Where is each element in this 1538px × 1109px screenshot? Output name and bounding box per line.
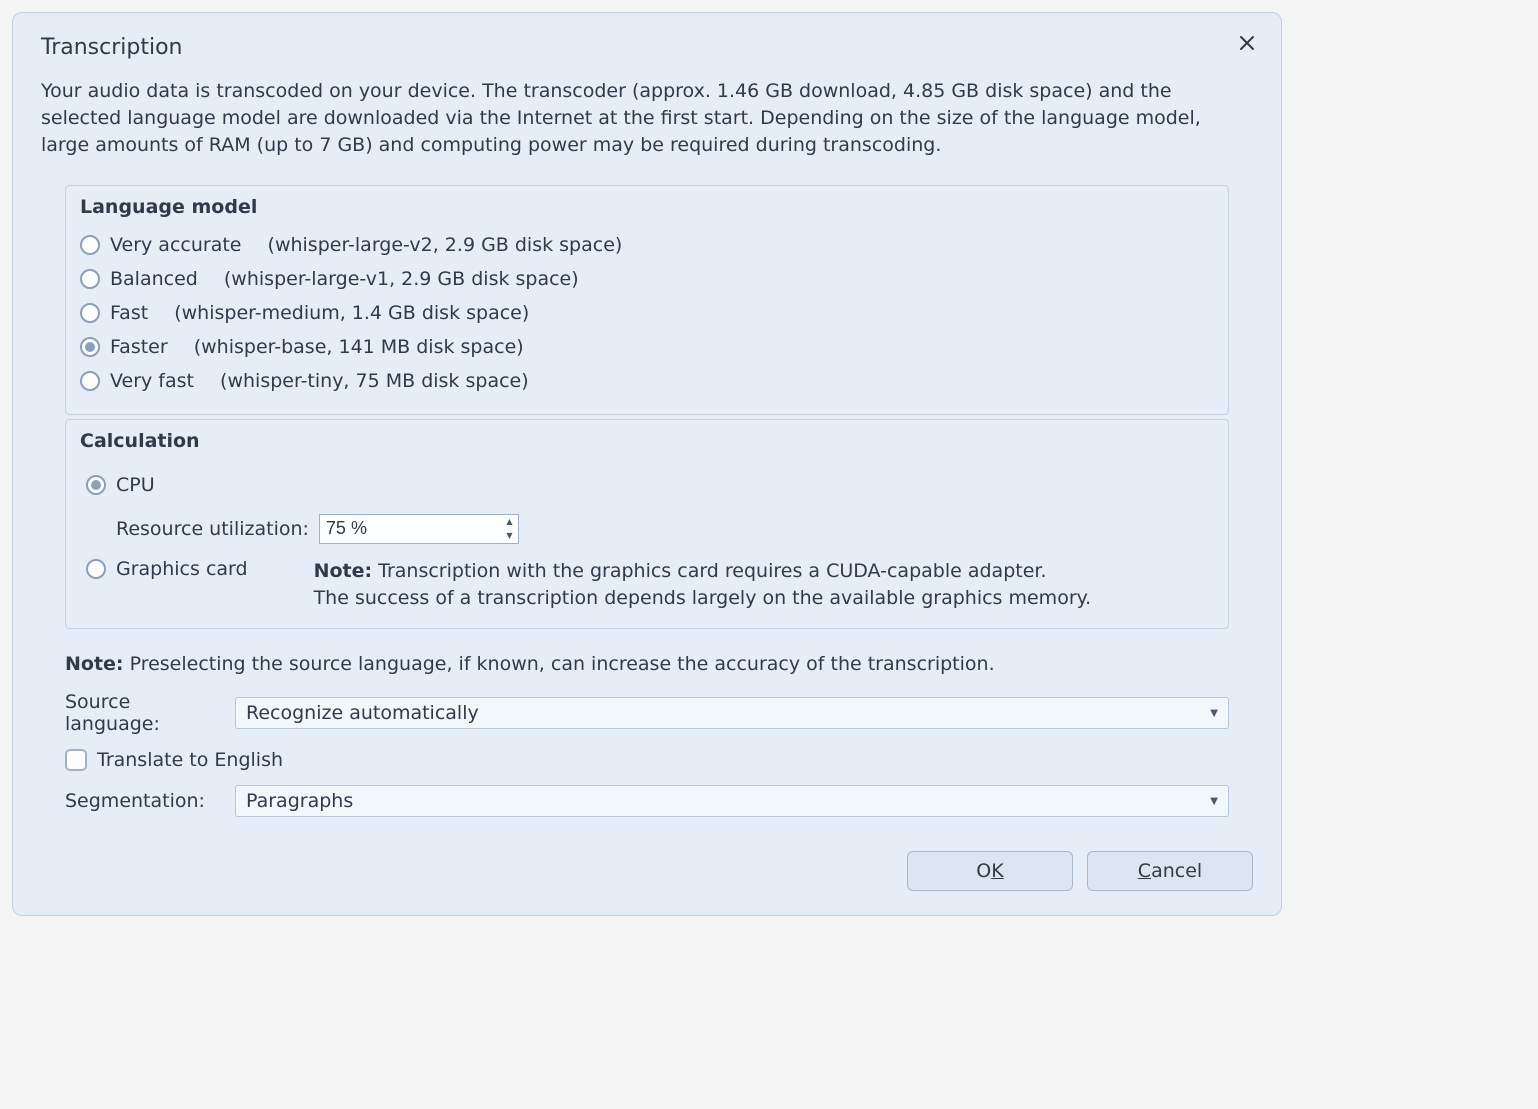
note-label: Note: xyxy=(314,560,373,582)
dialog-content: Language model Very accurate (whisper-la… xyxy=(41,185,1253,818)
transcription-dialog: Transcription Your audio data is transco… xyxy=(12,12,1282,916)
segmentation-label: Segmentation: xyxy=(65,790,221,812)
cancel-button[interactable]: Cancel xyxy=(1087,851,1253,891)
radio-icon xyxy=(80,235,100,255)
segmentation-row: Segmentation: Paragraphs ▼ xyxy=(65,785,1229,817)
radio-cpu[interactable]: CPU xyxy=(86,468,1214,502)
spin-up-button[interactable]: ▲ xyxy=(501,515,518,529)
gpu-note-line1: Transcription with the graphics card req… xyxy=(372,560,1046,582)
radio-gpu[interactable]: Graphics card xyxy=(86,558,248,580)
radio-detail: (whisper-large-v1, 2.9 GB disk space) xyxy=(224,268,579,290)
segmentation-select[interactable]: Paragraphs ▼ xyxy=(235,785,1229,817)
resource-spinbox[interactable]: ▲ ▼ xyxy=(319,514,519,544)
radio-icon xyxy=(80,337,100,357)
ok-button[interactable]: OK xyxy=(907,851,1073,891)
close-button[interactable] xyxy=(1235,31,1259,55)
radio-very-accurate[interactable]: Very accurate (whisper-large-v2, 2.9 GB … xyxy=(80,228,1214,262)
language-model-title: Language model xyxy=(80,196,1214,218)
radio-label: Very fast xyxy=(110,370,194,392)
radio-label: Graphics card xyxy=(116,558,248,580)
calculation-title: Calculation xyxy=(80,430,1214,452)
radio-fast[interactable]: Fast (whisper-medium, 1.4 GB disk space) xyxy=(80,296,1214,330)
radio-balanced[interactable]: Balanced (whisper-large-v1, 2.9 GB disk … xyxy=(80,262,1214,296)
radio-icon xyxy=(80,269,100,289)
gpu-row: Graphics card Note: Transcription with t… xyxy=(86,558,1214,612)
gpu-note: Note: Transcription with the graphics ca… xyxy=(314,558,1092,612)
source-language-label: Source language: xyxy=(65,691,221,735)
radio-label: Very accurate xyxy=(110,234,241,256)
chevron-down-icon: ▼ xyxy=(1210,796,1218,807)
radio-label: Fast xyxy=(110,302,148,324)
gpu-note-line2: The success of a transcription depends l… xyxy=(314,587,1092,609)
source-language-row: Source language: Recognize automatically… xyxy=(65,691,1229,735)
radio-detail: (whisper-base, 141 MB disk space) xyxy=(194,336,524,358)
source-note: Note: Preselecting the source language, … xyxy=(65,651,1229,678)
translate-label: Translate to English xyxy=(97,749,283,771)
dialog-title: Transcription xyxy=(41,35,183,60)
radio-detail: (whisper-large-v2, 2.9 GB disk space) xyxy=(268,234,623,256)
translate-checkbox[interactable] xyxy=(65,749,87,771)
radio-label: CPU xyxy=(116,474,155,496)
radio-very-fast[interactable]: Very fast (whisper-tiny, 75 MB disk spac… xyxy=(80,364,1214,398)
spin-down-button[interactable]: ▼ xyxy=(501,529,518,543)
note-label: Note: xyxy=(65,653,124,675)
radio-faster[interactable]: Faster (whisper-base, 141 MB disk space) xyxy=(80,330,1214,364)
spin-buttons: ▲ ▼ xyxy=(500,515,518,543)
source-language-select[interactable]: Recognize automatically ▼ xyxy=(235,697,1229,729)
resource-label: Resource utilization: xyxy=(116,518,309,540)
titlebar: Transcription xyxy=(41,35,1253,60)
radio-detail: (whisper-tiny, 75 MB disk space) xyxy=(220,370,529,392)
radio-icon xyxy=(80,303,100,323)
calculation-group: Calculation CPU Resource utilization: ▲ … xyxy=(65,419,1229,629)
translate-checkbox-row[interactable]: Translate to English xyxy=(65,749,1229,771)
radio-icon xyxy=(80,371,100,391)
radio-label: Balanced xyxy=(110,268,198,290)
radio-detail: (whisper-medium, 1.4 GB disk space) xyxy=(174,302,529,324)
description-text: Your audio data is transcoded on your de… xyxy=(41,78,1253,159)
resource-utilization-row: Resource utilization: ▲ ▼ xyxy=(116,514,1214,544)
radio-icon xyxy=(86,559,106,579)
resource-input[interactable] xyxy=(320,515,500,543)
close-icon xyxy=(1239,35,1255,51)
radio-label: Faster xyxy=(110,336,168,358)
chevron-down-icon: ▼ xyxy=(1210,708,1218,719)
source-note-text: Preselecting the source language, if kno… xyxy=(124,653,995,675)
select-value: Paragraphs xyxy=(246,790,353,812)
language-model-group: Language model Very accurate (whisper-la… xyxy=(65,185,1229,415)
radio-icon xyxy=(86,475,106,495)
button-row: OK Cancel xyxy=(41,851,1253,891)
select-value: Recognize automatically xyxy=(246,702,479,724)
